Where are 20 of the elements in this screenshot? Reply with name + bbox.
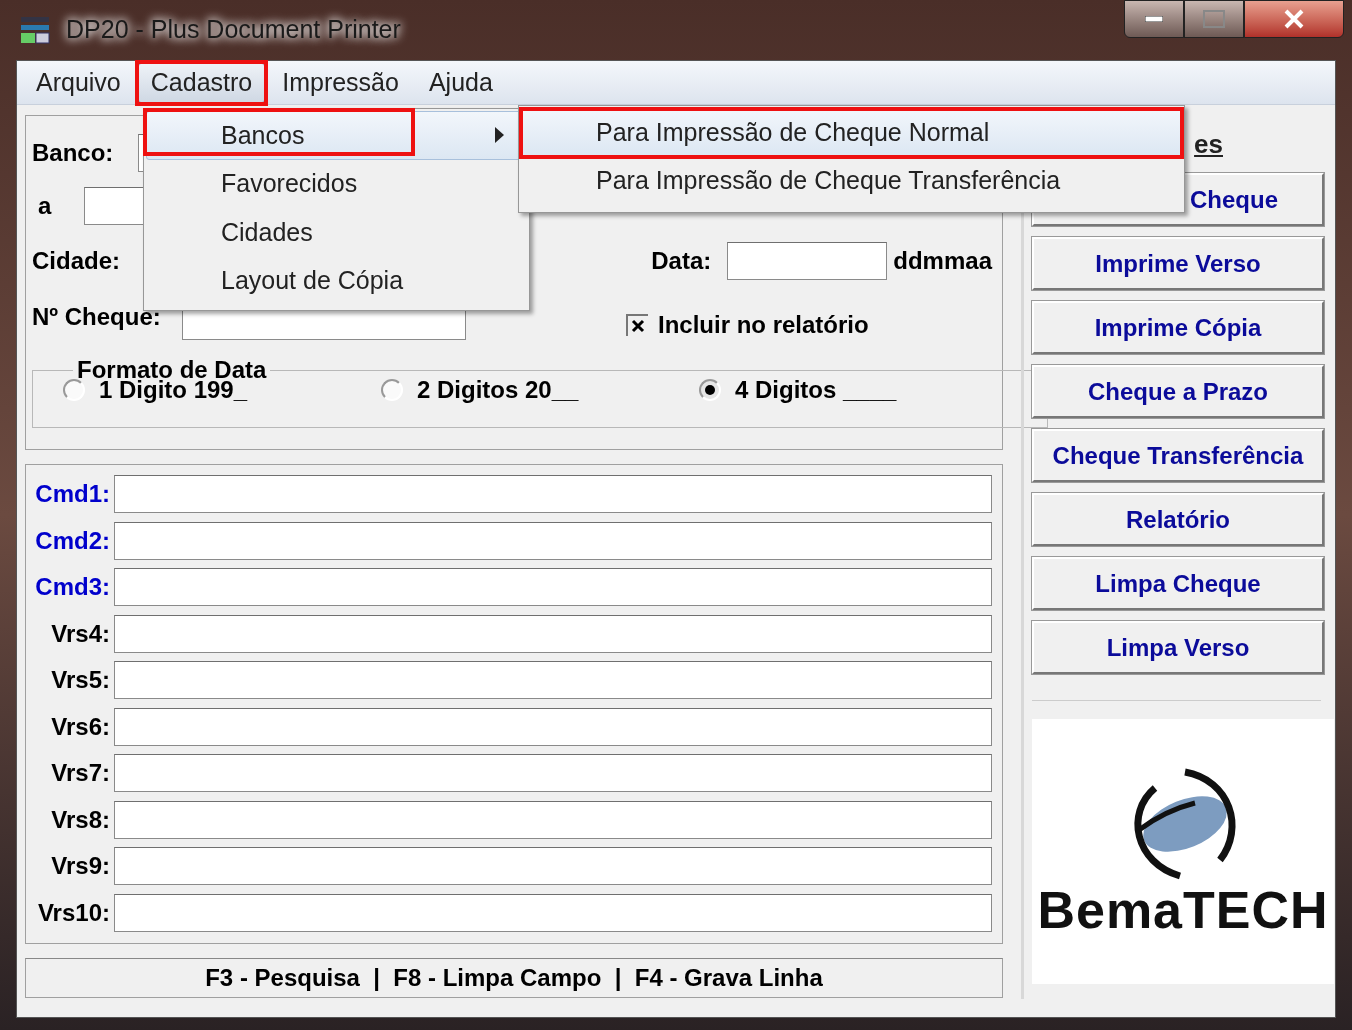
field-label: Banco: bbox=[32, 138, 115, 168]
line-label: Cmd2: bbox=[34, 525, 111, 556]
format-hint: ddmmaa bbox=[893, 245, 992, 276]
field-label: Cidade: bbox=[32, 245, 120, 276]
line-label: Cmd3: bbox=[34, 572, 111, 603]
brand-name: BemaTECH bbox=[1037, 883, 1329, 936]
line-label: Vrs6: bbox=[50, 711, 111, 742]
line-label: Vrs9: bbox=[50, 851, 111, 882]
line-label: Vrs5: bbox=[50, 665, 111, 696]
field-label: a bbox=[38, 190, 53, 221]
line-label: Cmd1: bbox=[34, 479, 111, 510]
status-text: F3 - Pesquisa | F8 - Limpa Campo | F4 - Grava Linha bbox=[205, 963, 823, 993]
window-title: DP20 - Plus Document Printer bbox=[66, 14, 401, 46]
field-label: Data: bbox=[651, 245, 712, 276]
line-label: Vrs10: bbox=[36, 897, 111, 928]
line-label: Vrs4: bbox=[50, 618, 111, 649]
section-heading: es bbox=[1194, 128, 1223, 161]
line-label: Vrs7: bbox=[50, 758, 111, 789]
field-label: Nº Cheque: bbox=[32, 302, 162, 332]
line-label: Vrs8: bbox=[50, 804, 111, 835]
